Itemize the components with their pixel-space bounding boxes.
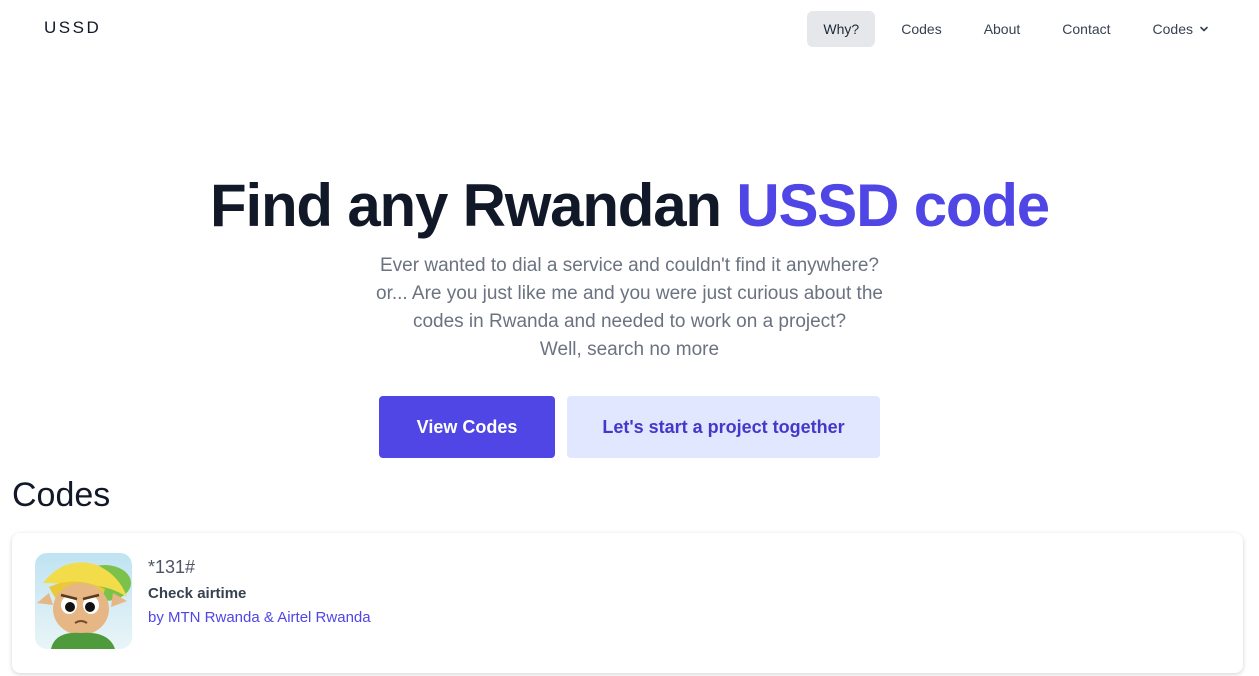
nav-why[interactable]: Why? bbox=[807, 11, 876, 47]
code-card[interactable]: *131# Check airtime by MTN Rwanda & Airt… bbox=[12, 533, 1243, 673]
start-project-button[interactable]: Let's start a project together bbox=[567, 396, 880, 458]
hero-description: Ever wanted to dial a service and couldn… bbox=[350, 252, 910, 364]
navbar: USSD Why? Codes About Contact Codes bbox=[0, 0, 1259, 58]
code-avatar-image bbox=[35, 553, 132, 649]
code-provider: by MTN Rwanda & Airtel Rwanda bbox=[148, 609, 371, 626]
hero-description-line: Ever wanted to dial a service and couldn… bbox=[380, 255, 879, 276]
codes-section-heading: Codes bbox=[12, 476, 111, 514]
ussd-code: *131# bbox=[148, 557, 196, 577]
hero-title-accent: USSD code bbox=[736, 172, 1050, 239]
hero-description-line: Well, search no more bbox=[539, 339, 720, 360]
nav-about[interactable]: About bbox=[968, 11, 1037, 47]
nav-codes-dropdown-label: Codes bbox=[1152, 21, 1193, 37]
hero-description-line: codes in Rwanda and needed to work on a … bbox=[412, 311, 847, 332]
main-nav: Why? Codes About Contact Codes bbox=[807, 11, 1225, 47]
hero-description-line: or... Are you just like me and you were … bbox=[376, 283, 883, 304]
hero-title: Find any Rwandan USSD code bbox=[0, 170, 1259, 242]
code-title: Check airtime bbox=[148, 585, 247, 602]
site-logo[interactable]: USSD bbox=[44, 18, 101, 38]
view-codes-button[interactable]: View Codes bbox=[379, 396, 555, 458]
cartoon-character-image bbox=[35, 553, 132, 649]
nav-contact[interactable]: Contact bbox=[1046, 11, 1126, 47]
hero-title-main: Find any Rwandan bbox=[210, 172, 737, 239]
hero-actions: View Codes Let's start a project togethe… bbox=[0, 396, 1259, 458]
hero-section: Find any Rwandan USSD code Ever wanted t… bbox=[0, 170, 1259, 458]
chevron-down-icon bbox=[1200, 26, 1208, 32]
nav-codes[interactable]: Codes bbox=[885, 11, 957, 47]
nav-codes-dropdown[interactable]: Codes bbox=[1137, 11, 1225, 47]
